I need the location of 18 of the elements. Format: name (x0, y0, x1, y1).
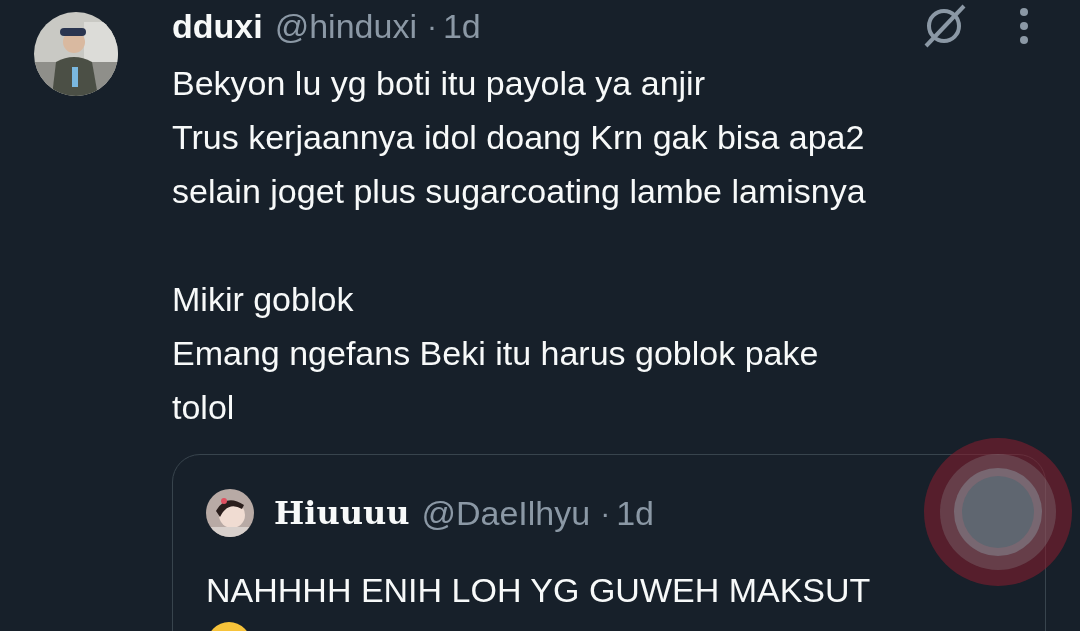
tweet-text: Trus kerjaannya idol doang Krn gak bisa apa2 (172, 117, 866, 158)
timestamp[interactable]: 1d (442, 9, 481, 43)
timestamp[interactable]: 1d (616, 496, 654, 530)
avatar[interactable] (206, 489, 254, 537)
tweet-text: Emang ngefans Beki itu harus goblok pake (172, 333, 820, 374)
touch-indicator-icon (922, 436, 1074, 588)
quoted-text: NAHHHH ENIH LOH YG GUWEH MAKSUT (206, 570, 872, 611)
tweet-text: tolol (172, 387, 236, 428)
user-name[interactable]: Hiuuuu (274, 497, 410, 529)
tweet-text: Bekyon lu yg boti itu payola ya anjir (172, 63, 706, 104)
separator-dot: · (426, 11, 437, 41)
tweet-text: selain joget plus sugarcoating lambe lamisnya (172, 171, 867, 212)
more-icon[interactable] (1018, 6, 1030, 46)
user-handle[interactable]: @DaeIlhyu (421, 496, 591, 530)
tweet-text: Mikir goblok (172, 279, 355, 320)
user-name[interactable]: dduxi (172, 9, 263, 43)
separator-dot: · (600, 498, 611, 528)
user-handle[interactable]: @hinduxi (274, 9, 417, 43)
